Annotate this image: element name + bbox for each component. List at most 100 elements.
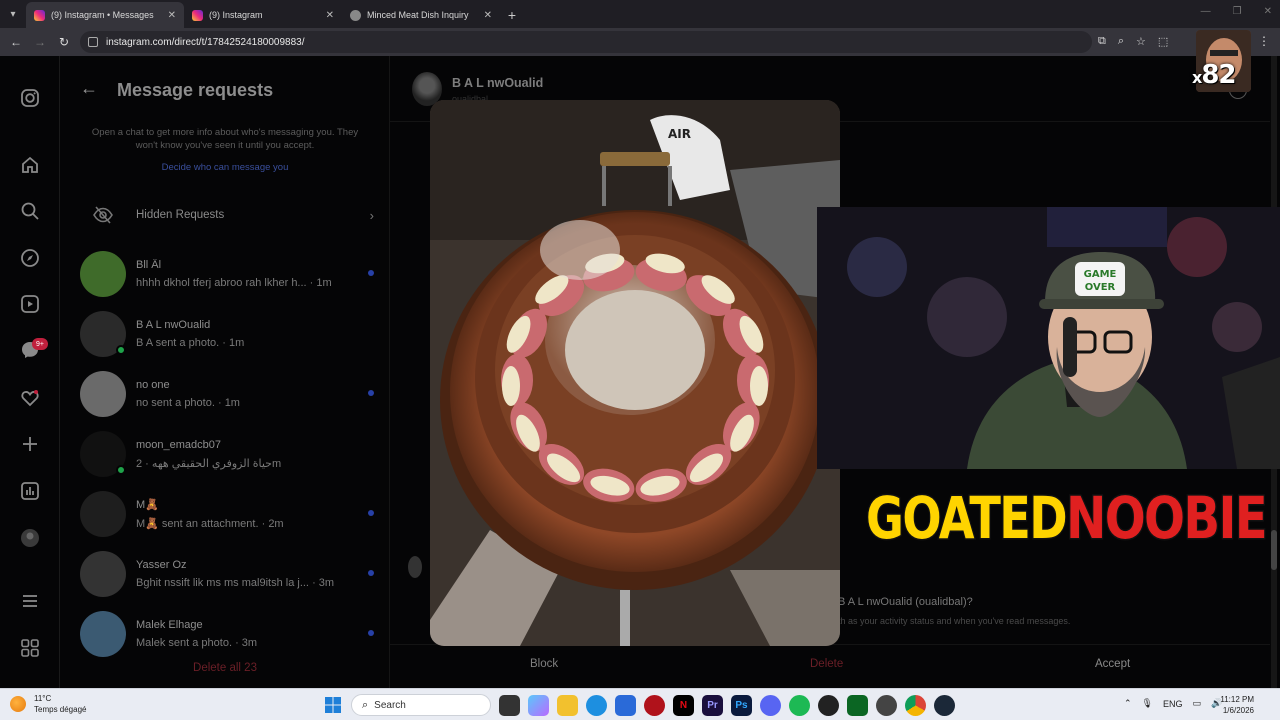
system-tray: ⌃ 🎙 ENG ▭ 🔊 (1124, 698, 1222, 709)
site-info-icon[interactable] (88, 37, 98, 47)
svg-text:NOOBIE: NOOBIE (1066, 484, 1266, 550)
chevron-up-icon[interactable]: ⌃ (1124, 698, 1132, 709)
meat-slice (501, 354, 533, 406)
profile-avatar[interactable] (18, 526, 42, 550)
clock-date: 1/6/2026 (1222, 706, 1254, 715)
request-message: حياة الزوفري الحقيقي ههه (151, 457, 272, 470)
svg-text:GAME: GAME (1084, 269, 1117, 280)
explore-icon[interactable] (18, 246, 42, 270)
list-item[interactable]: Bll Âl hhhh dkhol tferj abroo rah lkher h… (80, 244, 380, 304)
netflix-icon[interactable]: N (673, 694, 694, 716)
maximize-icon[interactable]: ❐ (1233, 6, 1242, 17)
search-icon[interactable] (18, 199, 42, 223)
list-item[interactable]: moon_emadcb07 حياة الزوفري الحقيقي ههه · … (80, 424, 380, 484)
list-item[interactable]: Yasser Oz Bghit nssift lik ms ms mal9itsh… (80, 544, 380, 604)
block-button[interactable]: Block (530, 658, 558, 670)
multiplier-counter: x82 (1192, 60, 1237, 90)
close-icon[interactable]: ✕ (484, 10, 492, 21)
reload-icon[interactable]: ↻ (52, 35, 76, 49)
photoshop-icon[interactable]: Ps (731, 694, 752, 716)
back-arrow-icon[interactable]: ← (80, 78, 98, 99)
back-icon[interactable]: ← (4, 35, 28, 49)
more-menu-icon[interactable] (18, 589, 42, 613)
url-field[interactable]: instagram.com/direct/t/17842524180009883… (80, 31, 1092, 53)
reels-icon[interactable] (18, 292, 42, 316)
streamer-webcam: GAME OVER (817, 207, 1280, 469)
unread-dot (368, 510, 374, 516)
spotify-icon[interactable] (789, 694, 810, 716)
request-preview: B A sent a photo. · 1m (136, 337, 380, 349)
decide-who-link[interactable]: Decide who can message you (80, 162, 370, 173)
request-sender-name: Malek Elhage (136, 619, 203, 631)
steam-icon[interactable] (934, 694, 955, 716)
close-icon[interactable]: ✕ (326, 10, 334, 21)
terminal-icon[interactable] (847, 694, 868, 716)
weather-widget[interactable]: 11°C Temps dégagé (10, 693, 86, 715)
hidden-requests-row[interactable]: Hidden Requests › (80, 196, 374, 234)
list-item[interactable]: M🧸 M🧸 sent an attachment. · 2m (80, 484, 380, 544)
close-window-icon[interactable]: ✕ (1264, 6, 1272, 17)
extensions-icon[interactable]: ⬚ (1158, 35, 1168, 48)
taskbar-apps: ⌕ Search N Pr Ps (322, 694, 955, 716)
file-explorer-icon[interactable] (557, 694, 578, 716)
request-sender-name: no one (136, 379, 170, 391)
minimize-icon[interactable]: — (1201, 6, 1211, 17)
online-indicator (116, 465, 126, 475)
clock-time: 11:12 PM (1220, 695, 1254, 704)
request-preview: no sent a photo. · 1m (136, 397, 380, 409)
tab-search-button[interactable]: ▾ (0, 0, 26, 28)
request-sender-name: Yasser Oz (136, 559, 187, 571)
forward-icon[interactable]: → (28, 35, 52, 49)
display-icon[interactable]: ▭ (1193, 698, 1202, 709)
also-from-meta-icon[interactable] (18, 636, 42, 660)
tab-instagram[interactable]: (9) Instagram ✕ (184, 2, 342, 28)
cast-icon[interactable]: ⧉ (1098, 35, 1106, 48)
instagram-logo-icon[interactable] (18, 86, 42, 110)
request-time: · 1m (217, 397, 240, 409)
tab-minced-meat[interactable]: Minced Meat Dish Inquiry ✕ (342, 2, 500, 28)
store-icon[interactable] (615, 694, 636, 716)
request-time: · 2m (261, 518, 284, 530)
browser-tab-bar: ▾ (9) Instagram • Messages ✕ (9) Instagr… (0, 0, 1280, 28)
obs-icon[interactable] (818, 694, 839, 716)
notifications-heart-icon[interactable] (18, 386, 42, 410)
list-item[interactable]: Malek Elhage Malek sent a photo. · 3m (80, 604, 380, 664)
accept-subtext: th as your activity status and when you'… (838, 616, 1071, 626)
app-icon[interactable] (876, 694, 897, 716)
avatar (80, 491, 126, 537)
opera-icon[interactable] (644, 694, 665, 716)
bookmark-star-icon[interactable]: ☆ (1136, 35, 1146, 48)
zoom-icon[interactable]: ⌕ (1118, 35, 1124, 48)
url-text: instagram.com/direct/t/17842524180009883… (106, 36, 305, 48)
instagram-icon (34, 9, 45, 21)
list-item[interactable]: no one no sent a photo. · 1m (80, 364, 380, 424)
edge-icon[interactable] (586, 694, 607, 716)
home-icon[interactable] (18, 153, 42, 177)
dashboard-icon[interactable] (18, 479, 42, 503)
task-view-icon[interactable] (499, 694, 520, 716)
chrome-icon[interactable] (905, 694, 926, 716)
create-plus-icon[interactable] (18, 432, 42, 456)
list-item[interactable]: B A L nwOualid B A sent a photo. · 1m (80, 304, 380, 364)
tab-label: (9) Instagram (209, 10, 263, 20)
windows-start-icon[interactable] (322, 695, 343, 716)
menu-icon[interactable]: ⋮ (1258, 34, 1270, 48)
new-tab-button[interactable]: + (500, 2, 524, 28)
taskbar-search-input[interactable]: ⌕ Search (351, 694, 491, 716)
accept-button[interactable]: Accept (1095, 658, 1130, 670)
photo-viewer[interactable]: AIR (430, 100, 840, 646)
premiere-icon[interactable]: Pr (702, 694, 723, 716)
microphone-icon[interactable]: 🎙 (1142, 698, 1153, 709)
request-message: Malek sent a photo. (136, 637, 233, 649)
language-indicator[interactable]: ENG (1163, 699, 1183, 709)
close-icon[interactable]: ✕ (168, 10, 176, 21)
discord-icon[interactable] (760, 694, 781, 716)
taskbar-clock[interactable]: 11:12 PM 1/6/2026 (1218, 694, 1254, 716)
conversation-name[interactable]: B A L nwOualid (452, 76, 543, 90)
multiplier-value: 82 (1201, 60, 1236, 90)
request-time: · 3m (312, 577, 335, 589)
delete-all-button[interactable]: Delete all 23 (80, 662, 370, 674)
tab-instagram-messages[interactable]: (9) Instagram • Messages ✕ (26, 2, 184, 28)
copilot-icon[interactable] (528, 694, 549, 716)
delete-button[interactable]: Delete (810, 658, 843, 670)
